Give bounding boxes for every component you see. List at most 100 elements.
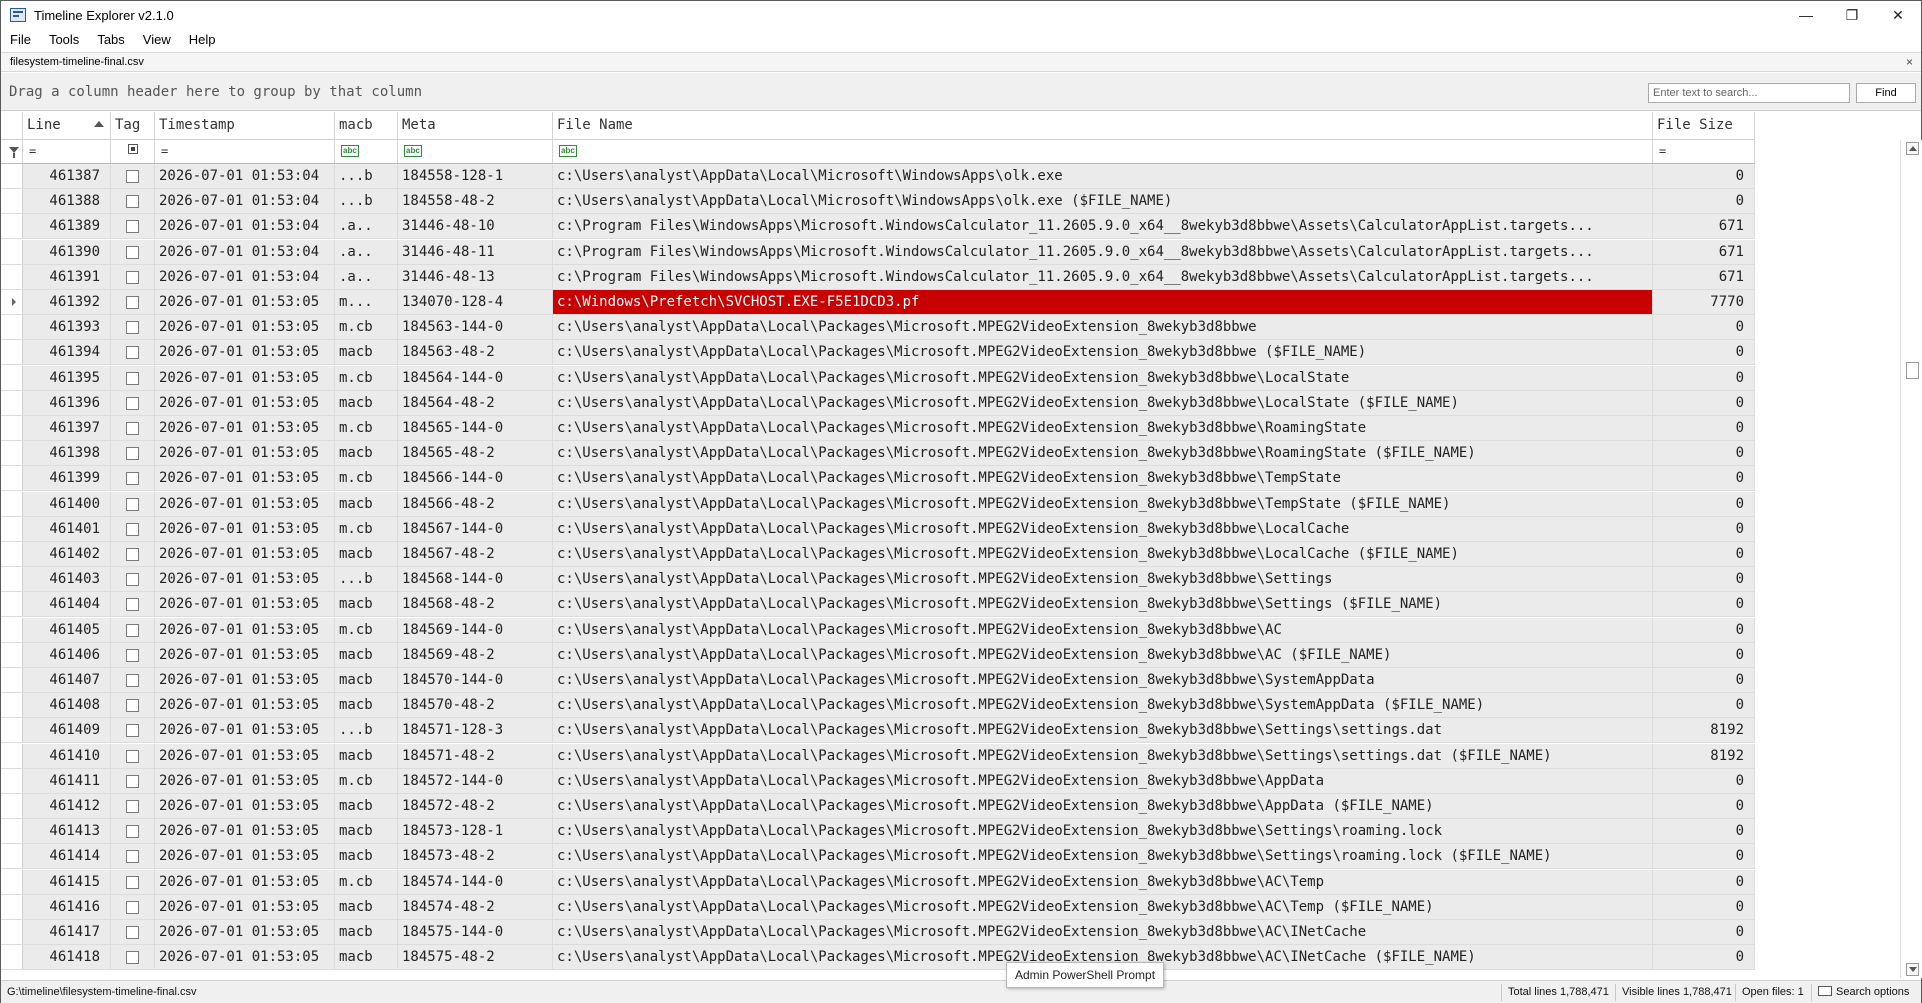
tag-checkbox[interactable] xyxy=(126,321,139,334)
tag-checkbox[interactable] xyxy=(126,850,139,863)
equals-operator-icon[interactable]: = xyxy=(161,144,168,158)
filter-meta[interactable]: abc xyxy=(398,140,553,163)
tag-checkbox[interactable] xyxy=(126,523,139,536)
table-row[interactable]: 461409 2026-07-01 01:53:05 ...b 184571-128-… xyxy=(1,718,1755,743)
column-header-macb[interactable]: macb xyxy=(335,112,398,139)
restore-button[interactable]: ❐ xyxy=(1829,1,1875,29)
table-row[interactable]: 461408 2026-07-01 01:53:05 macb 184570-48-2… xyxy=(1,693,1755,718)
filter-file-size[interactable]: = xyxy=(1653,140,1755,163)
tag-checkbox[interactable] xyxy=(126,800,139,813)
cell-tag[interactable] xyxy=(111,315,155,339)
column-header-file-size[interactable]: File Size xyxy=(1653,112,1755,139)
tag-checkbox[interactable] xyxy=(126,220,139,233)
table-row[interactable]: 461417 2026-07-01 01:53:05 macb 184575-144-… xyxy=(1,920,1755,945)
table-row[interactable]: 461402 2026-07-01 01:53:05 macb 184567-48-2… xyxy=(1,542,1755,567)
search-options-button[interactable]: Search options xyxy=(1811,984,1915,1001)
menu-view[interactable]: View xyxy=(134,30,180,50)
group-panel[interactable]: Drag a column header here to group by th… xyxy=(1,73,1921,111)
tag-checkbox[interactable] xyxy=(126,724,139,737)
contains-operator-icon[interactable]: abc xyxy=(404,145,422,157)
cell-tag[interactable] xyxy=(111,643,155,667)
scroll-down-icon[interactable] xyxy=(1906,963,1919,976)
cell-tag[interactable] xyxy=(111,189,155,213)
filter-file-name[interactable]: abc xyxy=(553,140,1653,163)
search-input[interactable] xyxy=(1648,83,1850,103)
table-row[interactable]: 461414 2026-07-01 01:53:05 macb 184573-48-2… xyxy=(1,844,1755,869)
contains-operator-icon[interactable]: abc xyxy=(559,145,577,157)
column-header-tag[interactable]: Tag xyxy=(111,112,155,139)
cell-tag[interactable] xyxy=(111,290,155,314)
menu-tabs[interactable]: Tabs xyxy=(88,30,133,50)
table-row[interactable]: 461403 2026-07-01 01:53:05 ...b 184568-144-… xyxy=(1,567,1755,592)
tag-checkbox[interactable] xyxy=(126,422,139,435)
table-row[interactable]: 461397 2026-07-01 01:53:05 m.cb 184565-144-… xyxy=(1,416,1755,441)
tag-checkbox[interactable] xyxy=(126,649,139,662)
table-row[interactable]: 461418 2026-07-01 01:53:05 macb 184575-48-2… xyxy=(1,945,1755,970)
tag-checkbox[interactable] xyxy=(126,775,139,788)
tag-checkbox[interactable] xyxy=(126,901,139,914)
cell-tag[interactable] xyxy=(111,492,155,516)
cell-tag[interactable] xyxy=(111,517,155,541)
cell-tag[interactable] xyxy=(111,945,155,969)
table-row[interactable]: 461387 2026-07-01 01:53:04 ...b 184558-128-… xyxy=(1,164,1755,189)
column-header-meta[interactable]: Meta xyxy=(398,112,553,139)
table-row[interactable]: 461396 2026-07-01 01:53:05 macb 184564-48-2… xyxy=(1,391,1755,416)
cell-tag[interactable] xyxy=(111,744,155,768)
tag-checkbox[interactable] xyxy=(126,624,139,637)
table-row[interactable]: 461393 2026-07-01 01:53:05 m.cb 184563-144-… xyxy=(1,315,1755,340)
cell-tag[interactable] xyxy=(111,542,155,566)
tag-checkbox[interactable] xyxy=(126,674,139,687)
cell-tag[interactable] xyxy=(111,214,155,238)
tag-checkbox[interactable] xyxy=(126,926,139,939)
cell-tag[interactable] xyxy=(111,819,155,843)
close-button[interactable]: ✕ xyxy=(1875,1,1921,29)
table-row[interactable]: 461399 2026-07-01 01:53:05 m.cb 184566-144-… xyxy=(1,466,1755,491)
tag-checkbox[interactable] xyxy=(126,472,139,485)
table-row[interactable]: 461415 2026-07-01 01:53:05 m.cb 184574-144-… xyxy=(1,870,1755,895)
filter-macb[interactable]: abc xyxy=(335,140,398,163)
cell-tag[interactable] xyxy=(111,391,155,415)
filter-funnel-icon[interactable] xyxy=(9,147,19,158)
table-row[interactable]: 461416 2026-07-01 01:53:05 macb 184574-48-2… xyxy=(1,895,1755,920)
cell-tag[interactable] xyxy=(111,870,155,894)
table-row[interactable]: 461390 2026-07-01 01:53:04 .a.. 31446-48-11… xyxy=(1,240,1755,265)
tag-checkbox[interactable] xyxy=(126,498,139,511)
tag-checkbox[interactable] xyxy=(126,699,139,712)
cell-tag[interactable] xyxy=(111,567,155,591)
table-row[interactable]: 461411 2026-07-01 01:53:05 m.cb 184572-144-… xyxy=(1,769,1755,794)
cell-tag[interactable] xyxy=(111,265,155,289)
scroll-up-icon[interactable] xyxy=(1906,142,1919,155)
cell-tag[interactable] xyxy=(111,441,155,465)
table-row[interactable]: 461412 2026-07-01 01:53:05 macb 184572-48-2… xyxy=(1,794,1755,819)
tag-checkbox[interactable] xyxy=(126,573,139,586)
table-row[interactable]: 461391 2026-07-01 01:53:04 .a.. 31446-48-13… xyxy=(1,265,1755,290)
cell-tag[interactable] xyxy=(111,618,155,642)
column-header-timestamp[interactable]: Timestamp xyxy=(155,112,335,139)
menu-tools[interactable]: Tools xyxy=(40,30,88,50)
table-row[interactable]: 461392 2026-07-01 01:53:05 m... 134070-128-… xyxy=(1,290,1755,315)
tag-checkbox[interactable] xyxy=(126,825,139,838)
tag-checkbox[interactable] xyxy=(126,548,139,561)
close-tab-icon[interactable]: × xyxy=(1906,55,1913,69)
table-row[interactable]: 461401 2026-07-01 01:53:05 m.cb 184567-144-… xyxy=(1,517,1755,542)
tag-checkbox[interactable] xyxy=(126,951,139,964)
cell-tag[interactable] xyxy=(111,693,155,717)
column-header-line[interactable]: Line xyxy=(23,112,111,139)
cell-tag[interactable] xyxy=(111,718,155,742)
tag-checkbox[interactable] xyxy=(126,346,139,359)
tag-checkbox[interactable] xyxy=(126,195,139,208)
cell-tag[interactable] xyxy=(111,895,155,919)
tag-checkbox[interactable] xyxy=(126,246,139,259)
tag-checkbox[interactable] xyxy=(126,372,139,385)
cell-tag[interactable] xyxy=(111,794,155,818)
table-row[interactable]: 461388 2026-07-01 01:53:04 ...b 184558-48-2… xyxy=(1,189,1755,214)
table-row[interactable]: 461410 2026-07-01 01:53:05 macb 184571-48-2… xyxy=(1,744,1755,769)
table-row[interactable]: 461400 2026-07-01 01:53:05 macb 184566-48-2… xyxy=(1,492,1755,517)
column-header-file-name[interactable]: File Name xyxy=(553,112,1653,139)
filter-line[interactable]: = xyxy=(23,140,111,163)
table-row[interactable]: 461407 2026-07-01 01:53:05 macb 184570-144-… xyxy=(1,668,1755,693)
cell-tag[interactable] xyxy=(111,366,155,390)
table-row[interactable]: 461406 2026-07-01 01:53:05 macb 184569-48-2… xyxy=(1,643,1755,668)
tag-checkbox[interactable] xyxy=(126,397,139,410)
table-row[interactable]: 461404 2026-07-01 01:53:05 macb 184568-48-2… xyxy=(1,592,1755,617)
